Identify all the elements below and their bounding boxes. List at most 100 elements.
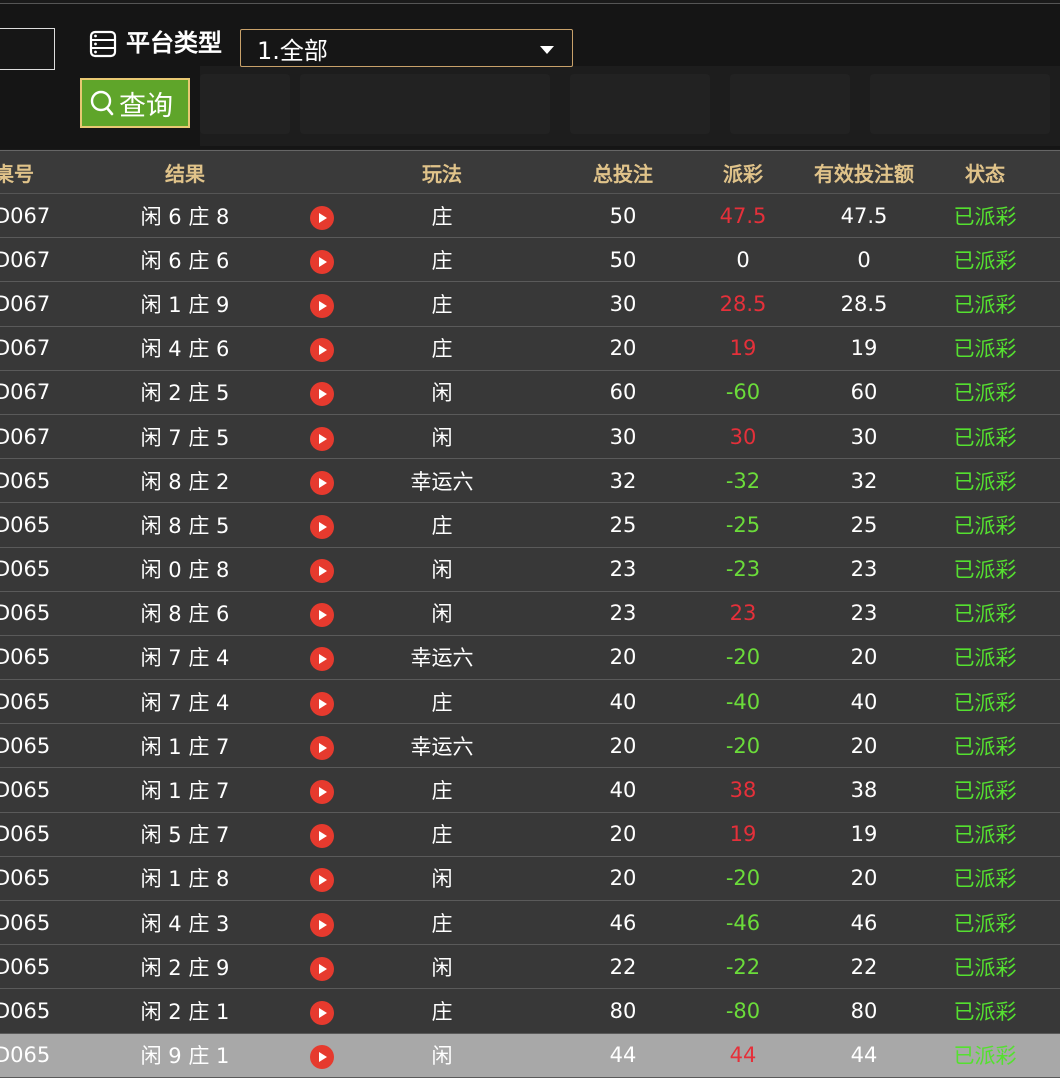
table-row[interactable]: D065 闲 2 庄 9 闲 22 -22 22 已派彩 xyxy=(0,945,1060,990)
replay-button[interactable] xyxy=(300,282,344,325)
cell-result: 闲 2 庄 9 xyxy=(140,955,230,980)
cell-valid-bet: 19 xyxy=(850,822,878,847)
cell-game: 闲 xyxy=(431,602,453,627)
table-row[interactable]: D065 闲 9 庄 1 闲 44 44 44 已派彩 xyxy=(0,1033,1060,1078)
replay-button[interactable] xyxy=(300,459,344,502)
table-row[interactable]: D065 闲 7 庄 4 幸运六 20 -20 20 已派彩 xyxy=(0,635,1060,681)
cell-total-bet: 20 xyxy=(609,866,637,891)
cell-game: 闲 xyxy=(431,425,453,450)
replay-button[interactable] xyxy=(300,503,344,546)
table-row[interactable]: D067 闲 6 庄 8 庄 50 47.5 47.5 已派彩 xyxy=(0,194,1060,239)
table-row[interactable]: D065 闲 8 庄 5 庄 25 -25 25 已派彩 xyxy=(0,503,1060,548)
cell-table-no: D067 xyxy=(0,424,51,449)
cell-game: 闲 xyxy=(431,867,453,892)
replay-button[interactable] xyxy=(300,813,344,856)
search-icon xyxy=(90,90,114,116)
cell-table-no: D065 xyxy=(0,998,51,1023)
cell-result: 闲 8 庄 6 xyxy=(140,602,230,627)
table-row[interactable]: D067 闲 1 庄 9 庄 30 28.5 28.5 已派彩 xyxy=(0,282,1060,327)
replay-button[interactable] xyxy=(300,724,344,767)
date-input[interactable] xyxy=(0,28,55,70)
replay-button[interactable] xyxy=(300,548,344,591)
cell-status: 已派彩 xyxy=(953,690,1017,715)
cell-result: 闲 2 庄 5 xyxy=(140,381,230,406)
cell-game: 庄 xyxy=(431,292,453,317)
replay-button[interactable] xyxy=(300,680,344,723)
header-result: 结果 xyxy=(165,161,205,186)
replay-button[interactable] xyxy=(300,592,344,635)
cell-total-bet: 20 xyxy=(609,733,637,758)
table-row[interactable]: D065 闲 0 庄 8 闲 23 -23 23 已派彩 xyxy=(0,547,1060,592)
cell-table-no: D065 xyxy=(0,822,51,847)
cell-status: 已派彩 xyxy=(953,469,1017,494)
cell-status: 已派彩 xyxy=(953,381,1017,406)
play-icon xyxy=(310,780,334,805)
replay-button[interactable] xyxy=(300,989,344,1032)
table-row[interactable]: D065 闲 5 庄 7 庄 20 19 19 已派彩 xyxy=(0,812,1060,857)
table-row[interactable]: D065 闲 7 庄 4 庄 40 -40 40 已派彩 xyxy=(0,680,1060,725)
cell-table-no: D065 xyxy=(0,866,51,891)
play-icon xyxy=(310,1000,334,1025)
cell-valid-bet: 20 xyxy=(850,645,878,670)
replay-button[interactable] xyxy=(300,857,344,900)
play-icon xyxy=(310,382,334,407)
replay-button[interactable] xyxy=(300,238,344,281)
replay-button[interactable] xyxy=(300,768,344,811)
cell-result: 闲 5 庄 7 xyxy=(140,823,230,848)
cell-valid-bet: 60 xyxy=(850,380,878,405)
cell-payout: -80 xyxy=(725,998,761,1023)
cell-payout: -40 xyxy=(725,689,761,714)
play-icon xyxy=(310,691,334,716)
query-button[interactable]: 查询 xyxy=(80,78,190,128)
cell-result: 闲 1 庄 7 xyxy=(140,734,230,759)
cell-game: 庄 xyxy=(431,999,453,1024)
cell-payout: -20 xyxy=(725,733,761,758)
chevron-down-icon xyxy=(540,46,554,54)
table-header-row: 桌号 结果 玩法 总投注 派彩 有效投注额 状态 xyxy=(0,150,1060,194)
cell-valid-bet: 47.5 xyxy=(840,203,888,228)
cell-result: 闲 8 庄 2 xyxy=(140,469,230,494)
replay-button[interactable] xyxy=(300,636,344,679)
replay-button[interactable] xyxy=(300,901,344,944)
cell-game: 庄 xyxy=(431,690,453,715)
cell-result: 闲 7 庄 4 xyxy=(140,690,230,715)
replay-button[interactable] xyxy=(300,194,344,237)
table-row[interactable]: D065 闲 4 庄 3 庄 46 -46 46 已派彩 xyxy=(0,901,1060,946)
table-row[interactable]: D067 闲 7 庄 5 闲 30 30 30 已派彩 xyxy=(0,414,1060,460)
replay-button[interactable] xyxy=(300,415,344,458)
cell-game: 庄 xyxy=(431,911,453,936)
cell-payout: -22 xyxy=(725,954,761,979)
table-row[interactable]: D067 闲 4 庄 6 庄 20 19 19 已派彩 xyxy=(0,326,1060,371)
replay-button[interactable] xyxy=(300,1034,344,1077)
cell-game: 庄 xyxy=(431,513,453,538)
header-valid-bet: 有效投注额 xyxy=(814,161,914,186)
cell-table-no: D067 xyxy=(0,291,51,316)
cell-table-no: D065 xyxy=(0,601,51,626)
play-icon xyxy=(310,735,334,760)
table-row[interactable]: D065 闲 2 庄 1 庄 80 -80 80 已派彩 xyxy=(0,989,1060,1034)
cell-payout: -23 xyxy=(725,557,761,582)
cell-table-no: D065 xyxy=(0,557,51,582)
replay-button[interactable] xyxy=(300,371,344,414)
cell-payout: 30 xyxy=(729,424,757,449)
table-row[interactable]: D065 闲 1 庄 7 幸运六 20 -20 20 已派彩 xyxy=(0,724,1060,769)
cell-table-no: D065 xyxy=(0,954,51,979)
cell-table-no: D065 xyxy=(0,512,51,537)
table-row[interactable]: D067 闲 6 庄 6 庄 50 0 0 已派彩 xyxy=(0,238,1060,283)
cell-game: 闲 xyxy=(431,955,453,980)
table-row[interactable]: D065 闲 1 庄 7 庄 40 38 38 已派彩 xyxy=(0,768,1060,813)
cell-game: 庄 xyxy=(431,823,453,848)
cell-game: 闲 xyxy=(431,1044,453,1069)
table-row[interactable]: D065 闲 8 庄 2 幸运六 32 -32 32 已派彩 xyxy=(0,459,1060,504)
header-payout: 派彩 xyxy=(723,161,763,186)
table-row[interactable]: D065 闲 8 庄 6 闲 23 23 23 已派彩 xyxy=(0,591,1060,636)
platform-type-select[interactable]: 1.全部 xyxy=(240,29,573,67)
play-icon xyxy=(310,603,334,628)
replay-button[interactable] xyxy=(300,327,344,370)
header-background-decoration xyxy=(200,66,1060,146)
cell-total-bet: 20 xyxy=(609,645,637,670)
table-row[interactable]: D065 闲 1 庄 8 闲 20 -20 20 已派彩 xyxy=(0,856,1060,901)
replay-button[interactable] xyxy=(300,945,344,988)
table-row[interactable]: D067 闲 2 庄 5 闲 60 -60 60 已派彩 xyxy=(0,370,1060,415)
cell-table-no: D067 xyxy=(0,336,51,361)
